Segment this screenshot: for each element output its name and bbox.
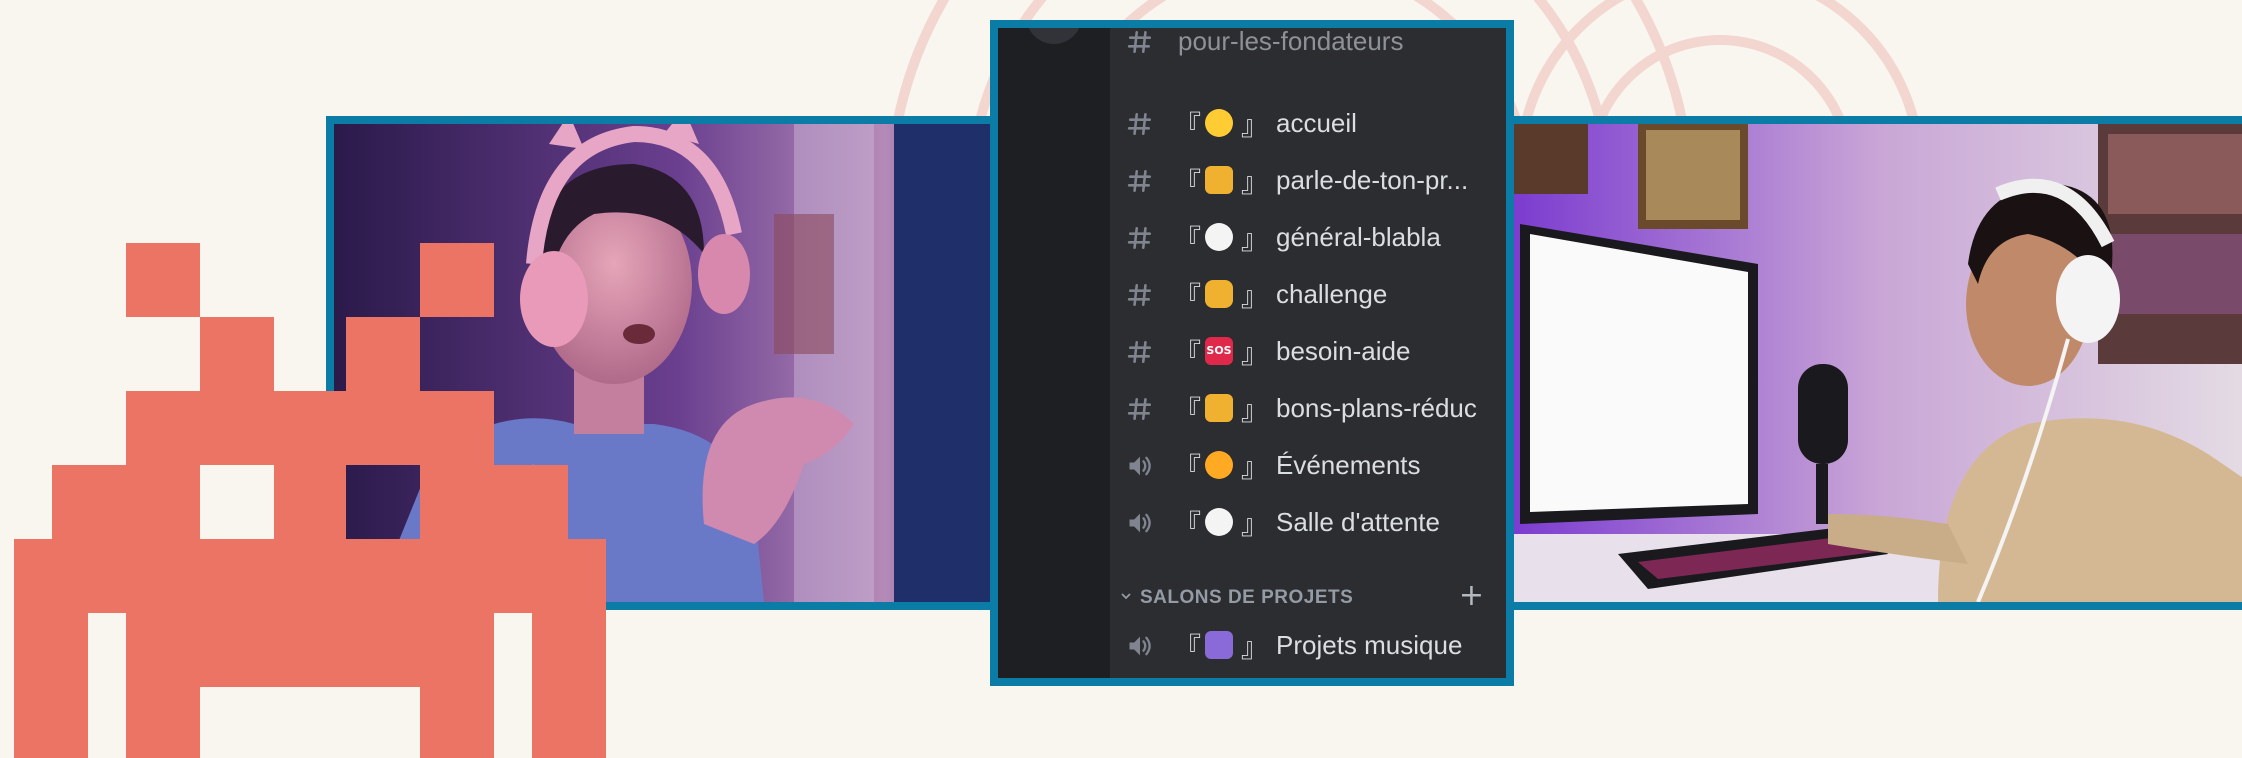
channel-name: Projets musique xyxy=(1276,629,1463,660)
writing-hand-icon xyxy=(1205,166,1233,194)
channel-name: Salle d'attente xyxy=(1276,506,1440,537)
partying-face-icon xyxy=(1205,451,1233,479)
channel-text[interactable]: 『 』 challenge xyxy=(1110,269,1506,319)
server-avatar[interactable] xyxy=(1026,28,1082,44)
category-name: SALONS DE PROJETS xyxy=(1140,587,1354,608)
channel-text[interactable]: 『SOS 』 besoin-aide xyxy=(1110,326,1506,376)
channel-name: accueil xyxy=(1276,107,1357,138)
channel-text[interactable]: pour-les-fondateurs xyxy=(1110,25,1506,66)
open-bracket: 『 xyxy=(1174,167,1201,199)
channel-text[interactable]: 『 』 général-blabla xyxy=(1110,212,1506,262)
channel-name: bons-plans-réduc xyxy=(1276,392,1477,423)
open-bracket: 『 xyxy=(1174,680,1201,687)
open-bracket: 『 xyxy=(1174,110,1201,142)
hash-icon xyxy=(1110,106,1170,141)
hash-icon xyxy=(1110,28,1170,59)
open-bracket: 『 xyxy=(1174,632,1201,664)
chevron-down-icon xyxy=(1120,590,1136,606)
channel-name: général-blabla xyxy=(1276,221,1441,252)
channel-voice[interactable]: 『 』 Projets musique xyxy=(1110,620,1506,670)
hash-icon xyxy=(1110,220,1170,255)
close-bracket: 』 xyxy=(1241,452,1268,484)
hash-icon xyxy=(1110,163,1170,198)
hash-icon xyxy=(1110,391,1170,426)
smile-icon xyxy=(1205,109,1233,137)
channel-name: Projets vidéo xyxy=(1276,684,1426,687)
channel-voice[interactable]: 『 』 Projets vidéo xyxy=(1110,674,1506,687)
hash-icon xyxy=(1110,277,1170,312)
channel-name: parle-de-ton-pr... xyxy=(1276,164,1469,195)
discord-channel-panel: pour-les-fondateurs 『』 accueil 『』 parle-de-t… xyxy=(990,20,1514,686)
space-invader-icon xyxy=(14,243,606,758)
sos-icon: SOS xyxy=(1205,337,1233,365)
speech-bubble-icon xyxy=(1205,223,1233,251)
close-bracket: 』 xyxy=(1241,281,1268,313)
close-bracket: 』 xyxy=(1241,680,1268,687)
channel-text[interactable]: 『 』 parle-de-ton-pr... xyxy=(1110,155,1506,205)
close-bracket: 』 xyxy=(1241,167,1268,199)
close-bracket: 』 xyxy=(1241,338,1268,370)
category-salons-de-projets[interactable]: SALONS DE PROJETS + xyxy=(1110,578,1506,616)
server-rail xyxy=(998,28,1110,678)
close-bracket: 』 xyxy=(1241,509,1268,541)
speaker-icon xyxy=(1110,505,1170,540)
flexed-biceps-icon xyxy=(1205,280,1233,308)
add-channel-button[interactable]: + xyxy=(1459,578,1484,613)
open-bracket: 『 xyxy=(1174,224,1201,256)
open-bracket: 『 xyxy=(1174,452,1201,484)
speaker-icon xyxy=(1110,682,1170,687)
man-computer-image xyxy=(1508,124,2242,602)
channel-text[interactable]: 『 』 accueil xyxy=(1110,98,1506,148)
channel-voice[interactable]: 『 』 Événements xyxy=(1110,440,1506,490)
close-bracket: 』 xyxy=(1241,110,1268,142)
hash-icon xyxy=(1110,334,1170,369)
video-icon xyxy=(1205,685,1233,686)
open-bracket: 『 xyxy=(1174,281,1201,313)
music-notes-icon xyxy=(1205,631,1233,659)
thumbs-up-icon xyxy=(1205,394,1233,422)
photo-man-computer xyxy=(1500,116,2242,610)
channel-list: pour-les-fondateurs 『』 accueil 『』 parle-de-t… xyxy=(1110,28,1506,678)
channel-name: pour-les-fondateurs xyxy=(1178,25,1404,56)
channel-name: besoin-aide xyxy=(1276,335,1411,366)
speaker-icon xyxy=(1110,448,1170,483)
close-bracket: 』 xyxy=(1241,224,1268,256)
channel-name: Événements xyxy=(1276,449,1421,480)
channel-text[interactable]: 『 』 bons-plans-réduc xyxy=(1110,383,1506,433)
speaker-icon xyxy=(1110,628,1170,663)
channel-name: challenge xyxy=(1276,278,1388,309)
clock-icon xyxy=(1205,508,1233,536)
close-bracket: 』 xyxy=(1241,395,1268,427)
open-bracket: 『 xyxy=(1174,338,1201,370)
channel-voice[interactable]: 『 』 Salle d'attente xyxy=(1110,497,1506,547)
open-bracket: 『 xyxy=(1174,509,1201,541)
close-bracket: 』 xyxy=(1241,632,1268,664)
open-bracket: 『 xyxy=(1174,395,1201,427)
